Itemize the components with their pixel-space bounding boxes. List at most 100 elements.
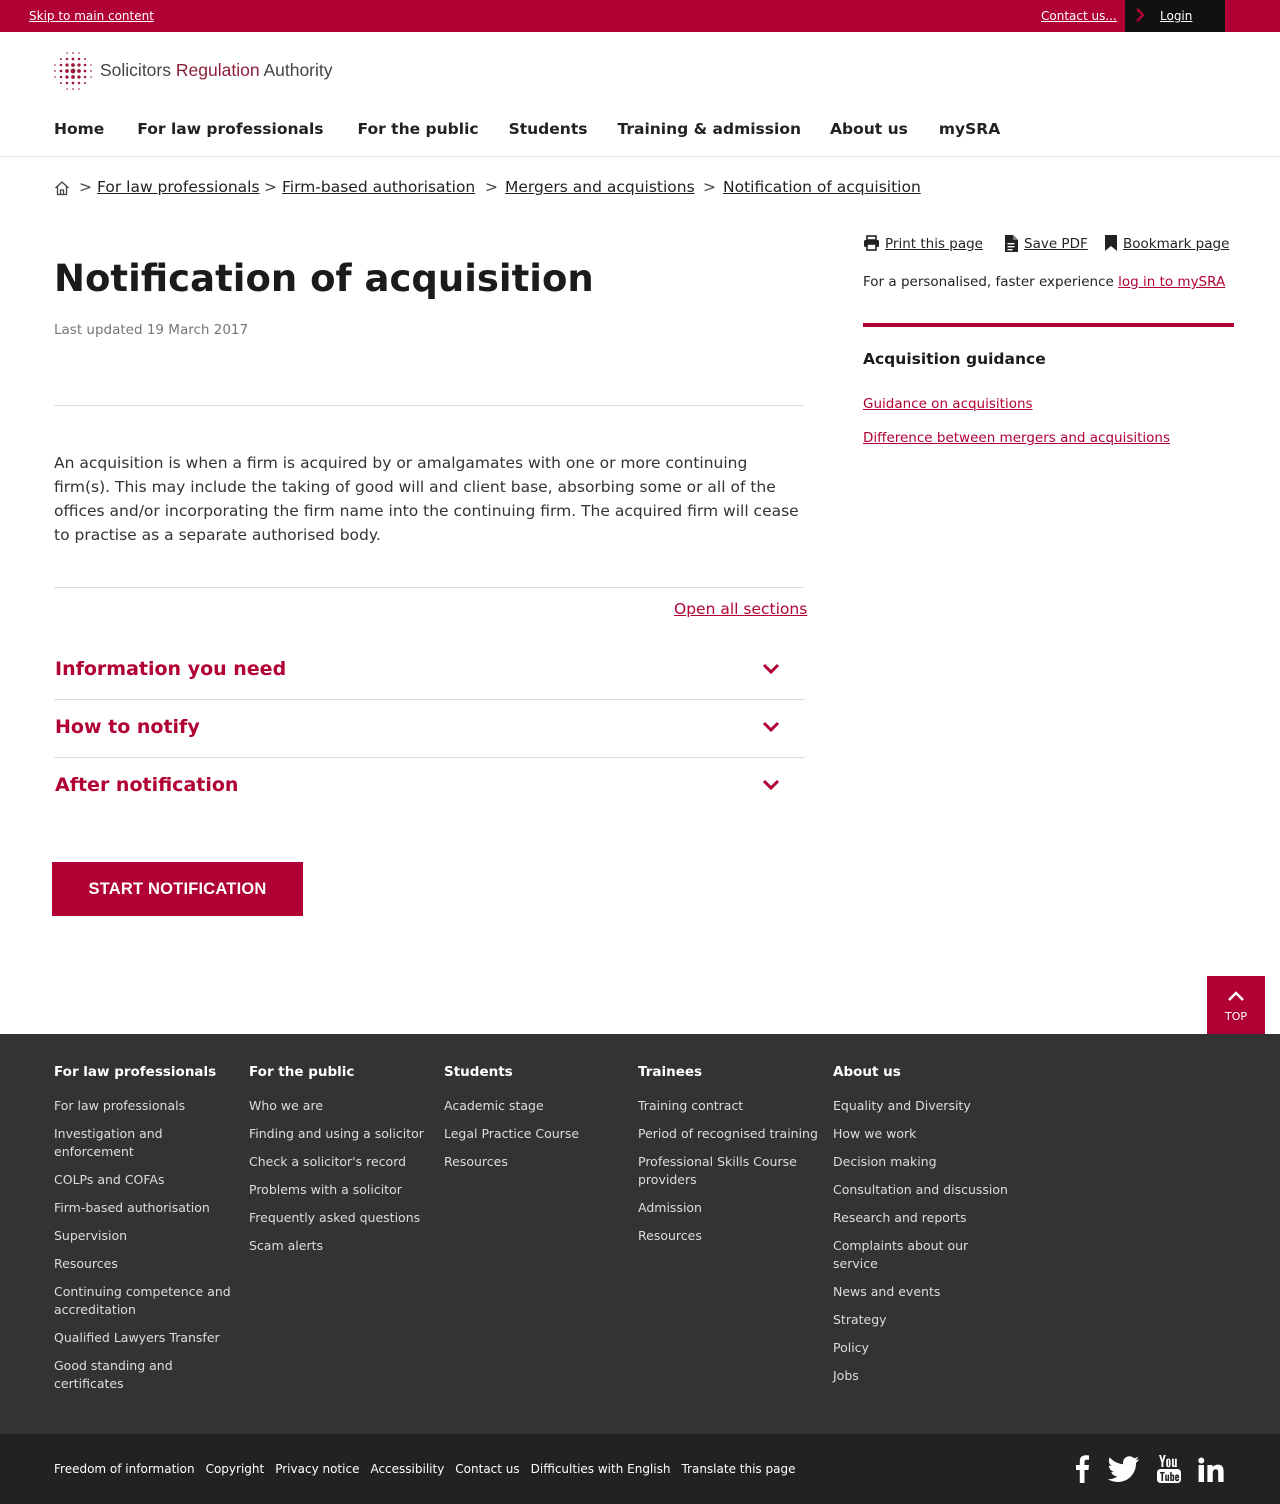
footer-column-heading: For the public: [249, 1064, 355, 1080]
save-pdf-link[interactable]: Save PDF: [1004, 234, 1089, 256]
footer-link[interactable]: How we work: [833, 1125, 1013, 1143]
footer-link[interactable]: Complaints about our service: [833, 1237, 1013, 1273]
footer-link[interactable]: Check a solicitor's record: [249, 1153, 429, 1171]
logo-dot: [77, 63, 81, 67]
accordion-information-you-need[interactable]: Information you need: [54, 658, 805, 716]
facebook-icon[interactable]: [1074, 1455, 1090, 1483]
mergers-vs-acquisitions-link[interactable]: Difference between mergers and acquisiti…: [863, 430, 1170, 446]
save-pdf-label: Save PDF: [1024, 236, 1088, 252]
logo-dot: [65, 75, 69, 79]
back-to-top-button[interactable]: TOP: [1207, 976, 1265, 1034]
footer-link[interactable]: Research and reports: [833, 1209, 1013, 1227]
divider: [54, 405, 804, 406]
privacy-notice-link[interactable]: Privacy notice: [275, 1462, 359, 1476]
footer-link[interactable]: Investigation and enforcement: [54, 1125, 234, 1161]
logo-dot: [71, 63, 75, 67]
logo-dot: [54, 76, 56, 78]
main-nav: Home For law professionals For the publi…: [54, 120, 1000, 138]
footer-link[interactable]: Legal Practice Course: [444, 1125, 624, 1143]
footer-link[interactable]: Academic stage: [444, 1097, 624, 1115]
footer-link[interactable]: Qualified Lawyers Transfer: [54, 1329, 234, 1347]
footer-link[interactable]: Continuing competence and accreditation: [54, 1283, 234, 1319]
footer-link-list: For law professionals Investigation and e…: [54, 1097, 234, 1393]
nav-mysra[interactable]: mySRA: [939, 120, 1000, 138]
bookmark-page-link[interactable]: Bookmark page: [1105, 234, 1230, 256]
logo-dot: [84, 58, 86, 60]
logo-dot: [71, 75, 75, 79]
login-mysra-link[interactable]: log in to mySRA: [1118, 274, 1225, 290]
home-icon[interactable]: [54, 180, 70, 196]
footer-link[interactable]: Who we are: [249, 1097, 429, 1115]
footer-link[interactable]: Equality and Diversity: [833, 1097, 1013, 1115]
contact-link[interactable]: Contact us...: [1041, 9, 1117, 23]
twitter-icon[interactable]: [1108, 1455, 1140, 1483]
footer-link[interactable]: Supervision: [54, 1227, 234, 1245]
footer-link[interactable]: Consultation and discussion: [833, 1181, 1013, 1199]
open-all-sections-link[interactable]: Open all sections: [674, 600, 807, 618]
accordion-label: How to notify: [55, 716, 200, 738]
nav-for-law-professionals[interactable]: For law professionals: [137, 120, 323, 138]
breadcrumb-separator: >: [703, 178, 716, 196]
accordion-after-notification[interactable]: After notification: [54, 774, 805, 832]
footer-link[interactable]: For law professionals: [54, 1097, 234, 1115]
copyright-link[interactable]: Copyright: [206, 1462, 265, 1476]
logo-dot: [66, 88, 68, 90]
translate-page-link[interactable]: Translate this page: [681, 1462, 795, 1476]
footer-link[interactable]: Jobs: [833, 1367, 1013, 1385]
acquisition-guidance-heading: Acquisition guidance: [863, 350, 1046, 368]
logo-dot: [77, 81, 81, 85]
nav-training-admission[interactable]: Training & admission: [617, 120, 801, 138]
nav-students[interactable]: Students: [509, 120, 588, 138]
footer-link[interactable]: Frequently asked questions: [249, 1209, 429, 1227]
nav-about-us[interactable]: About us: [830, 120, 908, 138]
footer-link[interactable]: Resources: [638, 1227, 818, 1245]
footer-link[interactable]: Finding and using a solicitor: [249, 1125, 429, 1143]
footer-link[interactable]: Good standing and certificates: [54, 1357, 234, 1393]
footer-column-about-us: About us Equality and Diversity How we wor…: [833, 1064, 1013, 1395]
difficulties-with-english-link[interactable]: Difficulties with English: [531, 1462, 671, 1476]
print-page-label: Print this page: [885, 236, 983, 252]
contact-us-link[interactable]: Contact us: [455, 1462, 519, 1476]
logo-dot: [77, 75, 81, 79]
footer-link[interactable]: Strategy: [833, 1311, 1013, 1329]
guidance-on-acquisitions-link[interactable]: Guidance on acquisitions: [863, 396, 1033, 412]
skip-link[interactable]: Skip to main content: [29, 9, 154, 23]
accordion-how-to-notify[interactable]: How to notify: [54, 716, 805, 774]
footer-link[interactable]: Period of recognised training: [638, 1125, 818, 1143]
nav-home[interactable]: Home: [54, 120, 104, 138]
freedom-of-information-link[interactable]: Freedom of information: [54, 1462, 195, 1476]
chevron-down-icon: [762, 721, 780, 733]
personalised-text: For a personalised, faster experience: [863, 274, 1114, 290]
breadcrumb-current[interactable]: Notification of acquisition: [723, 178, 921, 196]
breadcrumb-separator: >: [79, 178, 92, 196]
breadcrumb-firm-based-authorisation[interactable]: Firm-based authorisation: [282, 178, 475, 196]
print-page-link[interactable]: Print this page: [863, 234, 988, 256]
footer-link[interactable]: Resources: [444, 1153, 624, 1171]
breadcrumb-for-law-professionals[interactable]: For law professionals: [97, 178, 260, 196]
footer-link[interactable]: Training contract: [638, 1097, 818, 1115]
logo-dot: [84, 82, 86, 84]
footer-link[interactable]: Scam alerts: [249, 1237, 429, 1255]
document-icon: [1005, 235, 1018, 252]
footer-link[interactable]: News and events: [833, 1283, 1013, 1301]
linkedin-icon[interactable]: [1198, 1455, 1224, 1483]
footer-link[interactable]: Resources: [54, 1255, 234, 1273]
page-title: Notification of acquisition: [54, 257, 594, 300]
footer-link[interactable]: Admission: [638, 1199, 818, 1217]
accordion-label: After notification: [55, 774, 239, 796]
youtube-icon[interactable]: [1157, 1455, 1181, 1483]
footer-link[interactable]: Professional Skills Course providers: [638, 1153, 818, 1189]
login-button[interactable]: Login: [1125, 0, 1225, 32]
footer-link[interactable]: Decision making: [833, 1153, 1013, 1171]
start-notification-button[interactable]: START NOTIFICATION: [52, 862, 303, 916]
accessibility-link[interactable]: Accessibility: [370, 1462, 444, 1476]
logo-word-2: Regulation: [175, 60, 260, 80]
nav-for-the-public[interactable]: For the public: [358, 120, 479, 138]
breadcrumb-mergers-and-acquistions[interactable]: Mergers and acquistions: [505, 178, 695, 196]
footer-link[interactable]: COLPs and COFAs: [54, 1171, 234, 1189]
footer-link[interactable]: Policy: [833, 1339, 1013, 1357]
footer-link[interactable]: Problems with a solicitor: [249, 1181, 429, 1199]
footer-link-list: Training contract Period of recognised tr…: [638, 1097, 818, 1245]
logo-word-3: Authority: [263, 60, 333, 80]
footer-link[interactable]: Firm-based authorisation: [54, 1199, 234, 1217]
